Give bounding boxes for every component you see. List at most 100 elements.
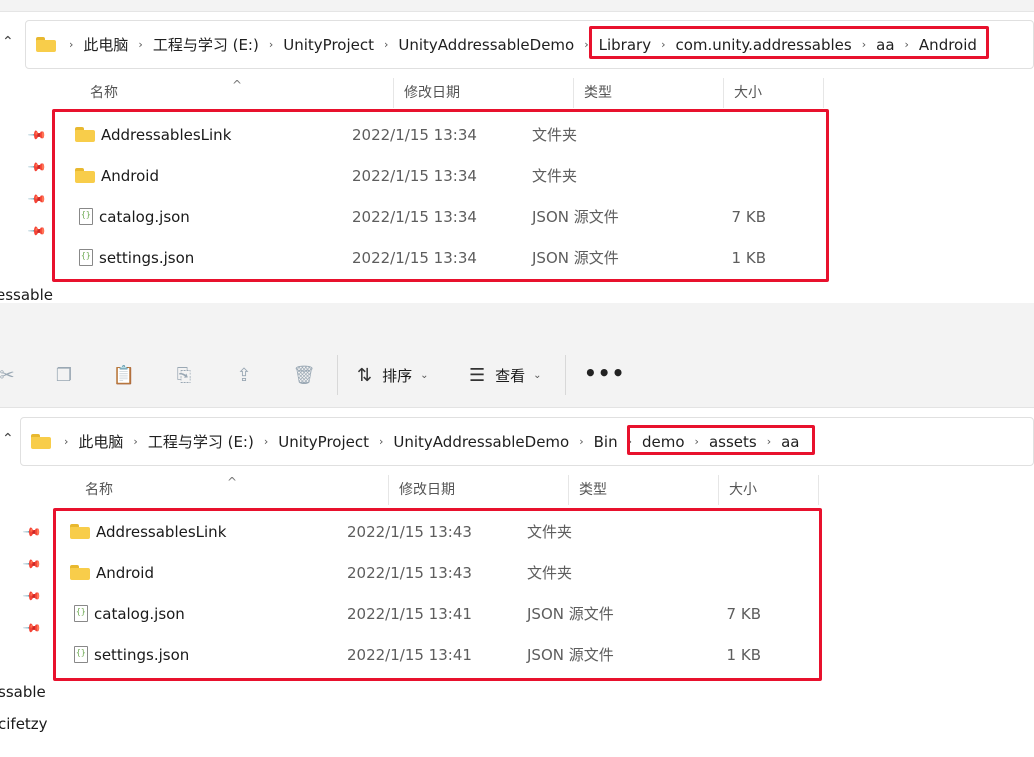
- pin-icon[interactable]: 📌: [22, 618, 42, 638]
- file-name-cell: catalog.json: [53, 208, 352, 226]
- column-header-name[interactable]: ^ 名称: [80, 78, 394, 108]
- breadcrumb-item[interactable]: UnityAddressableDemo: [395, 36, 577, 54]
- chevron-right-icon[interactable]: ›: [621, 435, 639, 448]
- file-size: 7 KB: [726, 604, 761, 623]
- chevron-right-icon[interactable]: ›: [262, 38, 280, 51]
- pin-icon[interactable]: 📌: [27, 189, 47, 209]
- file-date: 2022/1/15 13:41: [347, 604, 472, 623]
- chevron-right-icon[interactable]: ›: [654, 38, 672, 51]
- nav-pane-item-label[interactable]: ssable: [0, 683, 46, 701]
- file-row[interactable]: Android 2022/1/15 13:43 文件夹: [48, 552, 771, 593]
- chevron-up-icon[interactable]: ⌃: [2, 34, 16, 50]
- file-name-cell: AddressablesLink: [53, 126, 352, 144]
- breadcrumb-item[interactable]: assets: [706, 433, 760, 451]
- breadcrumb-item[interactable]: 此电脑: [75, 431, 126, 452]
- folder-icon: [75, 127, 95, 142]
- file-size: 1 KB: [731, 248, 766, 267]
- file-name-cell: settings.json: [53, 249, 352, 267]
- sort-icon: ⇅: [357, 364, 373, 386]
- pin-icon[interactable]: 📌: [27, 125, 47, 145]
- chevron-right-icon[interactable]: ›: [760, 435, 778, 448]
- file-size: 7 KB: [731, 207, 766, 226]
- json-file-icon: [79, 249, 93, 266]
- column-header-date[interactable]: 修改日期: [394, 78, 574, 108]
- file-name-cell: settings.json: [48, 646, 347, 664]
- column-header-size[interactable]: 大小: [724, 78, 824, 108]
- breadcrumb-item[interactable]: Bin: [591, 433, 621, 451]
- chevron-right-icon[interactable]: ›: [62, 38, 80, 51]
- pin-icon[interactable]: 📌: [22, 522, 42, 542]
- file-name: catalog.json: [99, 207, 190, 226]
- breadcrumb-item[interactable]: aa: [873, 36, 897, 54]
- file-date: 2022/1/15 13:34: [352, 125, 477, 144]
- chevron-right-icon[interactable]: ›: [688, 435, 706, 448]
- chevron-right-icon[interactable]: ›: [572, 435, 590, 448]
- file-row[interactable]: catalog.json 2022/1/15 13:34 JSON 源文件 7 …: [53, 196, 776, 237]
- chevron-right-icon[interactable]: ›: [377, 38, 395, 51]
- breadcrumb-item[interactable]: aa: [778, 433, 802, 451]
- breadcrumb: › 此电脑 › 工程与学习 (E:) › UnityProject › Unit…: [26, 21, 980, 68]
- breadcrumb-item[interactable]: Library: [596, 36, 654, 54]
- pin-icon[interactable]: 📌: [27, 221, 47, 241]
- chevron-right-icon[interactable]: ›: [372, 435, 390, 448]
- chevron-right-icon[interactable]: ›: [855, 38, 873, 51]
- nav-pane-item-label[interactable]: essable: [0, 286, 53, 304]
- column-header-name[interactable]: ^ 名称: [75, 475, 389, 505]
- file-name: catalog.json: [94, 604, 185, 623]
- chevron-right-icon[interactable]: ›: [257, 435, 275, 448]
- column-label: 名称: [85, 482, 113, 498]
- copy-icon[interactable]: ❐: [51, 362, 77, 388]
- address-bar[interactable]: › 此电脑 › 工程与学习 (E:) › UnityProject › Unit…: [20, 417, 1034, 466]
- column-label: 大小: [734, 85, 762, 101]
- breadcrumb-item[interactable]: demo: [639, 433, 688, 451]
- breadcrumb-item[interactable]: UnityAddressableDemo: [390, 433, 572, 451]
- folder-icon: [70, 524, 90, 539]
- chevron-right-icon[interactable]: ›: [898, 38, 916, 51]
- file-date: 2022/1/15 13:41: [347, 645, 472, 664]
- file-row[interactable]: settings.json 2022/1/15 13:34 JSON 源文件 1…: [53, 237, 776, 278]
- column-header-date[interactable]: 修改日期: [389, 475, 569, 505]
- breadcrumb-item[interactable]: UnityProject: [280, 36, 377, 54]
- breadcrumb-item[interactable]: 此电脑: [80, 34, 131, 55]
- column-header-size[interactable]: 大小: [719, 475, 819, 505]
- file-row[interactable]: settings.json 2022/1/15 13:41 JSON 源文件 1…: [48, 634, 771, 675]
- address-bar[interactable]: › 此电脑 › 工程与学习 (E:) › UnityProject › Unit…: [25, 20, 1034, 69]
- file-name: AddressablesLink: [101, 125, 232, 144]
- breadcrumb-item[interactable]: com.unity.addressables: [672, 36, 854, 54]
- sort-ascending-icon: ^: [227, 475, 238, 489]
- more-options-button[interactable]: •••: [584, 361, 625, 385]
- chevron-right-icon[interactable]: ›: [126, 435, 144, 448]
- folder-icon: [31, 434, 51, 449]
- file-row[interactable]: Android 2022/1/15 13:34 文件夹: [53, 155, 776, 196]
- breadcrumb-item[interactable]: 工程与学习 (E:): [145, 431, 257, 452]
- chevron-right-icon[interactable]: ›: [577, 38, 595, 51]
- chevron-right-icon[interactable]: ›: [131, 38, 149, 51]
- paste-icon[interactable]: 📋: [111, 362, 137, 388]
- cut-icon[interactable]: ✂: [0, 362, 20, 388]
- file-row[interactable]: AddressablesLink 2022/1/15 13:43 文件夹: [48, 511, 771, 552]
- file-name-cell: AddressablesLink: [48, 523, 347, 541]
- breadcrumb-item[interactable]: 工程与学习 (E:): [150, 34, 262, 55]
- pin-icon[interactable]: 📌: [27, 157, 47, 177]
- chevron-right-icon[interactable]: ›: [57, 435, 75, 448]
- file-name: AddressablesLink: [96, 522, 227, 541]
- sort-button[interactable]: ⇅ 排序 ⌄: [357, 363, 429, 387]
- delete-icon[interactable]: 🗑: [291, 362, 317, 388]
- file-row[interactable]: catalog.json 2022/1/15 13:41 JSON 源文件 7 …: [48, 593, 771, 634]
- sort-label: 排序: [382, 366, 413, 385]
- rename-icon[interactable]: ⎘: [171, 362, 197, 388]
- file-row[interactable]: AddressablesLink 2022/1/15 13:34 文件夹: [53, 114, 776, 155]
- view-button[interactable]: ☰ 查看 ⌄: [469, 363, 542, 387]
- column-header-type[interactable]: 类型: [569, 475, 719, 505]
- column-headers: ^ 名称 修改日期 类型 大小: [75, 475, 819, 505]
- pin-icon[interactable]: 📌: [22, 586, 42, 606]
- window-top-strip: [0, 0, 1034, 12]
- file-name: Android: [101, 166, 159, 185]
- chevron-up-icon[interactable]: ⌃: [2, 431, 16, 447]
- pin-icon[interactable]: 📌: [22, 554, 42, 574]
- breadcrumb-item[interactable]: Android: [916, 36, 980, 54]
- column-header-type[interactable]: 类型: [574, 78, 724, 108]
- nav-pane-item-label[interactable]: cifetzy: [0, 715, 48, 733]
- share-icon[interactable]: ⇪: [231, 362, 257, 388]
- breadcrumb-item[interactable]: UnityProject: [275, 433, 372, 451]
